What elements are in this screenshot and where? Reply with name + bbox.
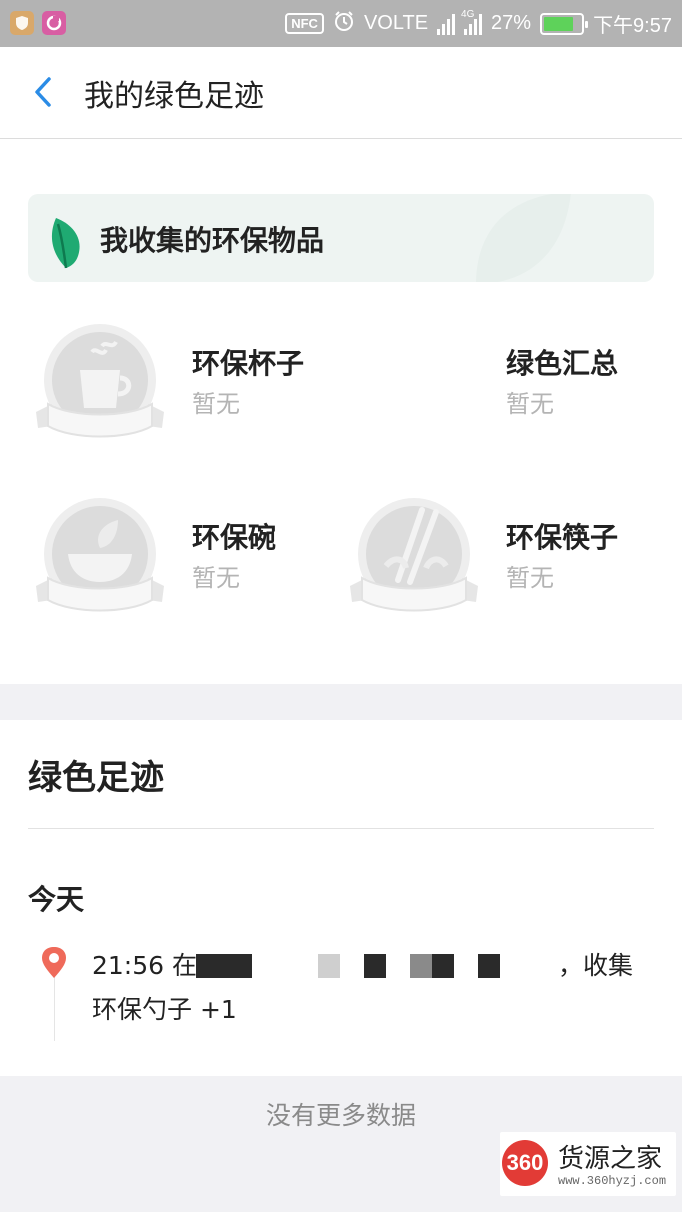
section-divider: [0, 684, 682, 720]
badge-name: 环保碗: [192, 521, 277, 554]
day-label: 今天: [28, 883, 85, 916]
chopsticks-badge-icon: [350, 498, 478, 612]
no-more-data-text: 没有更多数据: [265, 1101, 416, 1130]
battery-fill: [544, 16, 574, 31]
redacted-block: [478, 954, 500, 978]
footprint-entry: 21:56 在 ，收集 环保勺子 +1: [92, 944, 652, 1032]
badge-eco-chopsticks[interactable]: 环保筷子 暂无: [346, 496, 666, 626]
redacted-block: [432, 954, 454, 978]
badge-name: 环保筷子: [506, 521, 619, 554]
badge-status: 暂无: [506, 564, 554, 592]
badge-name: 环保杯子: [192, 347, 305, 380]
redacted-block: [410, 954, 432, 978]
page-title: 我的绿色足迹: [84, 79, 264, 114]
chevron-left-icon: [35, 77, 51, 107]
signal-icon: [437, 13, 456, 35]
redacted-block: [318, 954, 340, 978]
network-type-label: 4G: [461, 8, 475, 20]
entry-item: 环保勺子 +1: [92, 995, 237, 1024]
volte-indicator: VOLTE: [363, 12, 429, 34]
badge-status: 暂无: [506, 390, 554, 418]
footprint-title: 绿色足迹: [28, 758, 164, 798]
badge-green-summary[interactable]: 绿色汇总 暂无: [500, 322, 670, 452]
divider: [28, 828, 654, 829]
location-pin-icon: [42, 947, 66, 978]
nfc-indicator: NFC: [285, 13, 324, 34]
app-notification-icon: [42, 11, 66, 35]
clock: 下午9:57: [593, 15, 672, 37]
badge-name: 绿色汇总: [506, 347, 619, 380]
entry-suffix: ，收集: [558, 951, 634, 980]
watermark-logo: 360: [502, 1140, 548, 1186]
back-button[interactable]: [20, 69, 66, 115]
redacted-block: [196, 954, 252, 978]
alarm-icon: [333, 10, 355, 38]
app-header: 我的绿色足迹: [0, 47, 682, 139]
watermark-url: www.360hyzj.com: [558, 1174, 667, 1188]
shield-app-icon: [10, 11, 34, 35]
bowl-badge-icon: [36, 498, 164, 612]
battery-percent: 27%: [491, 12, 532, 34]
entry-time: 21:56 在: [92, 951, 197, 980]
badge-eco-cup[interactable]: 环保杯子 暂无: [32, 322, 332, 452]
collection-title: 我收集的环保物品: [100, 224, 325, 257]
badge-status: 暂无: [192, 564, 240, 592]
badge-status: 暂无: [192, 390, 240, 418]
badge-eco-bowl[interactable]: 环保碗 暂无: [32, 496, 332, 626]
watermark-name: 货源之家: [558, 1144, 663, 1174]
battery-icon: [540, 12, 589, 35]
leaf-watermark-icon: [476, 194, 571, 282]
status-bar: NFC VOLTE 4G 27% 下午9:57: [0, 0, 682, 47]
cup-badge-icon: [36, 324, 164, 438]
redacted-block: [364, 954, 386, 978]
collection-banner: 我收集的环保物品: [28, 194, 654, 282]
watermark: 360 货源之家 www.360hyzj.com: [500, 1132, 676, 1196]
timeline-line: [54, 975, 55, 1041]
leaf-icon: [51, 218, 80, 269]
signal-4g-icon: 4G: [461, 9, 483, 35]
status-app-icons: [10, 11, 66, 35]
status-indicators: NFC VOLTE 4G 27% 下午9:57: [285, 9, 672, 38]
